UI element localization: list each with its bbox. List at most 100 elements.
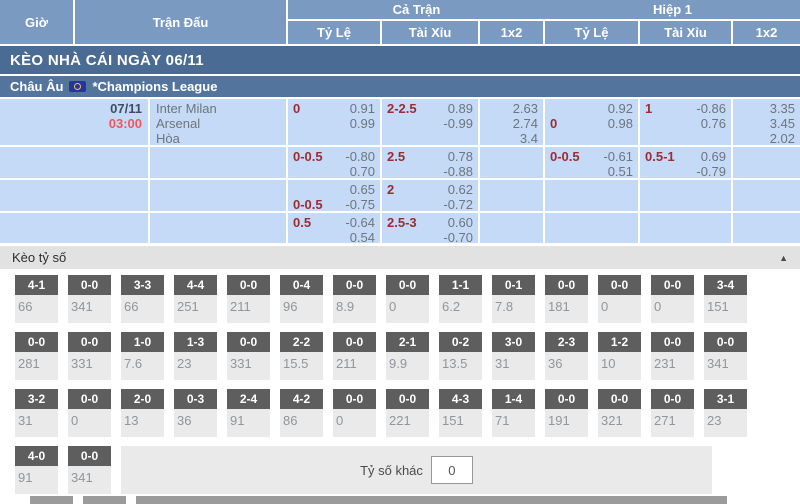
full-1x2-cell: 2.632.743.4 [480, 99, 545, 145]
score-odds-cell[interactable]: 2-336 [545, 332, 588, 380]
odds-value[interactable]: 0.91 [350, 102, 375, 116]
score-odds-cell[interactable]: 0-213.5 [439, 332, 482, 380]
score-odds-cell[interactable]: 0-496 [280, 275, 323, 323]
score-odds-cell[interactable]: 0-0271 [651, 389, 694, 437]
odds-value[interactable]: -0.86 [696, 102, 726, 116]
odds-value[interactable]: 0.62 [448, 183, 473, 197]
score-odds-cell[interactable]: 4-3151 [439, 389, 482, 437]
score-odds-cell[interactable]: 0-0331 [68, 332, 111, 380]
odds-value[interactable]: -0.64 [345, 216, 375, 230]
score-odds-cell[interactable]: 0-0221 [386, 389, 429, 437]
score-odds-cell[interactable]: 0-00 [598, 275, 641, 323]
score-odds-cell[interactable]: 1-210 [598, 332, 641, 380]
odds-value[interactable]: -0.88 [443, 165, 473, 178]
score-odds-cell[interactable]: 0-0281 [15, 332, 58, 380]
score-odds-cell[interactable]: 4-286 [280, 389, 323, 437]
score-badge: 3-1 [704, 389, 747, 409]
score-odds-value: 341 [68, 466, 111, 485]
odds-value[interactable]: 0.92 [608, 102, 633, 116]
odds-value[interactable]: 0.89 [448, 102, 473, 116]
score-odds-cell[interactable]: 0-0181 [545, 275, 588, 323]
odds-value[interactable]: 0.51 [608, 165, 633, 178]
score-odds-cell[interactable]: 1-16.2 [439, 275, 482, 323]
score-odds-cell[interactable]: 0-0331 [227, 332, 270, 380]
score-odds-value: 331 [68, 352, 111, 371]
score-odds-cell[interactable]: 3-031 [492, 332, 535, 380]
score-odds-cell[interactable]: 0-17.8 [492, 275, 535, 323]
odds-value[interactable]: 0.70 [350, 165, 375, 178]
score-odds-value: 96 [280, 295, 323, 314]
half-1x2-cell [733, 180, 800, 211]
score-badge: 1-3 [174, 332, 217, 352]
score-odds-cell[interactable]: 3-4151 [704, 275, 747, 323]
score-odds-cell[interactable]: 0-0341 [704, 332, 747, 380]
odds-value[interactable]: -0.99 [443, 117, 473, 131]
score-odds-cell[interactable]: 4-166 [15, 275, 58, 323]
score-odds-cell[interactable]: 1-471 [492, 389, 535, 437]
score-odds-value: 15.5 [280, 352, 323, 371]
odds-1x2-value[interactable]: 2.63 [480, 102, 543, 116]
odds-1x2-value[interactable]: 2.02 [733, 132, 800, 145]
score-odds-cell[interactable]: 0-08.9 [333, 275, 376, 323]
odds-value[interactable]: -0.70 [443, 231, 473, 243]
score-odds-cell[interactable]: 3-366 [121, 275, 164, 323]
score-badge: 2-4 [227, 389, 270, 409]
score-odds-cell[interactable]: 0-0231 [651, 332, 694, 380]
score-odds-cell[interactable]: 4-091 [15, 446, 58, 494]
correct-score-section-header[interactable]: Kèo tỷ số ▲ [0, 246, 800, 269]
score-odds-cell[interactable]: 2-215.5 [280, 332, 323, 380]
score-odds-cell[interactable]: 0-0211 [333, 332, 376, 380]
full-overunder-cell: 20.62-0.72 [382, 180, 480, 211]
odds-value[interactable]: -0.75 [345, 198, 375, 211]
odds-1x2-value[interactable]: 3.45 [733, 117, 800, 131]
score-odds-cell[interactable]: 2-19.9 [386, 332, 429, 380]
cutoff-row-bar [30, 496, 73, 504]
odds-value[interactable]: 0.69 [701, 150, 726, 164]
score-odds-cell[interactable]: 0-0211 [227, 275, 270, 323]
score-odds-cell[interactable]: 0-00 [651, 275, 694, 323]
odds-value[interactable]: 0.54 [350, 231, 375, 243]
odds-1x2-value[interactable]: 2.74 [480, 117, 543, 131]
score-badge: 0-0 [333, 332, 376, 352]
score-odds-value: 211 [227, 295, 270, 314]
score-odds-cell[interactable]: 3-231 [15, 389, 58, 437]
league-name[interactable]: *Champions League [92, 79, 217, 94]
score-badge: 0-0 [333, 389, 376, 409]
odds-value[interactable]: 0.78 [448, 150, 473, 164]
score-odds-cell[interactable]: 0-00 [333, 389, 376, 437]
score-odds-cell[interactable]: 0-0321 [598, 389, 641, 437]
odds-value[interactable]: 0.76 [701, 117, 726, 131]
score-odds-cell[interactable]: 2-491 [227, 389, 270, 437]
collapse-arrow-icon[interactable]: ▲ [779, 253, 788, 263]
odds-value[interactable]: 0.60 [448, 216, 473, 230]
score-odds-cell[interactable]: 0-0341 [68, 275, 111, 323]
odds-value[interactable]: -0.80 [345, 150, 375, 164]
away-team-name[interactable]: Arsenal [150, 116, 286, 131]
score-badge: 0-0 [68, 275, 111, 295]
score-odds-cell[interactable]: 0-00 [386, 275, 429, 323]
score-odds-cell[interactable]: 1-07.6 [121, 332, 164, 380]
odds-value[interactable]: -0.72 [443, 198, 473, 211]
score-odds-cell[interactable]: 0-0341 [68, 446, 111, 494]
score-odds-value: 0 [68, 409, 111, 428]
home-team-name[interactable]: Inter Milan [150, 101, 286, 116]
score-badge: 0-1 [492, 275, 535, 295]
score-odds-cell[interactable]: 1-323 [174, 332, 217, 380]
other-score-input[interactable]: 0 [431, 456, 473, 484]
odds-value[interactable]: -0.79 [696, 165, 726, 178]
score-odds-cell[interactable]: 0-0191 [545, 389, 588, 437]
odds-1x2-value[interactable]: 3.4 [480, 132, 543, 145]
odds-value[interactable]: 0.99 [350, 117, 375, 131]
column-header-half-1x2: 1x2 [733, 21, 800, 44]
score-odds-cell[interactable]: 0-336 [174, 389, 217, 437]
odds-value[interactable]: 0.65 [350, 183, 375, 197]
odds-value[interactable]: -0.61 [603, 150, 633, 164]
score-odds-cell[interactable]: 0-00 [68, 389, 111, 437]
odds-1x2-value[interactable]: 3.35 [733, 102, 800, 116]
score-odds-cell[interactable]: 2-013 [121, 389, 164, 437]
score-odds-value: 341 [704, 352, 747, 371]
odds-value[interactable]: 0.98 [608, 117, 633, 131]
score-odds-cell[interactable]: 4-4251 [174, 275, 217, 323]
handicap-label: 2.5 [387, 150, 405, 164]
score-odds-cell[interactable]: 3-123 [704, 389, 747, 437]
